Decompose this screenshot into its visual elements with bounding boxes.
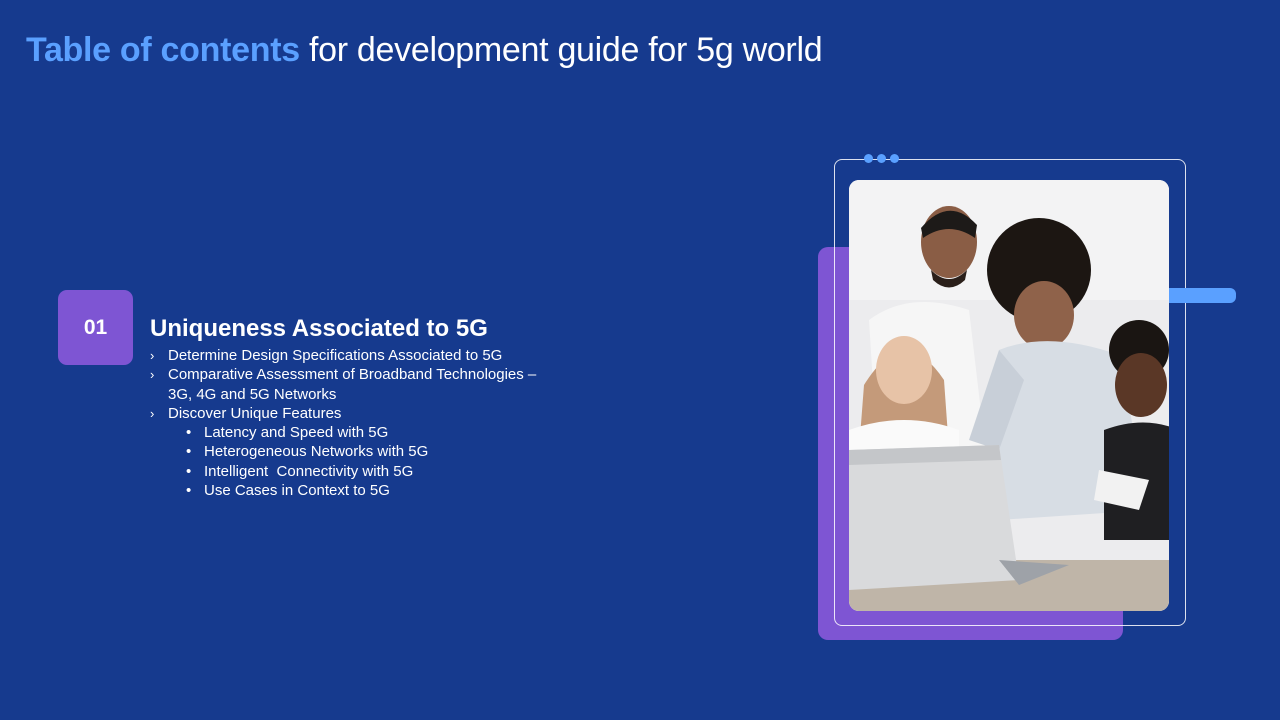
chevron-right-icon: › xyxy=(150,405,155,421)
list-item: › Comparative Assessment of Broadband Te… xyxy=(150,365,610,404)
sub-list-item-label: Latency and Speed with 5G xyxy=(204,424,389,442)
team-photo-illustration xyxy=(849,180,1169,611)
list-item: › Discover Unique Features • Latency and… xyxy=(150,404,610,500)
sub-list: • Latency and Speed with 5G • Heterogene… xyxy=(168,423,610,500)
toc-section: Uniqueness Associated to 5G › Determine … xyxy=(150,312,610,500)
sub-list-item-label: Use Cases in Context to 5G xyxy=(204,482,390,500)
sub-list-item: • Heterogeneous Networks with 5G xyxy=(186,442,610,461)
section-title: Uniqueness Associated to 5G xyxy=(150,315,488,342)
sub-list-item-label: Heterogeneous Networks with 5G xyxy=(204,443,429,461)
bullet-icon: • xyxy=(186,443,192,461)
sub-list-item-label: Intelligent Connectivity with 5G xyxy=(204,462,414,480)
chevron-right-icon: › xyxy=(150,348,155,363)
list-item-label: Determine Design Specifications Associat… xyxy=(168,347,503,364)
sub-list-item: • Latency and Speed with 5G xyxy=(186,423,610,442)
sub-list-item: • Use Cases in Context to 5G xyxy=(186,481,610,500)
section-number-badge: 01 xyxy=(58,290,133,365)
list-item: › Determine Design Specifications Associ… xyxy=(150,346,610,365)
sub-list-item: • Intelligent Connectivity with 5G xyxy=(186,462,610,481)
list-item-label: Comparative Assessment of Broadband Tech… xyxy=(168,366,537,403)
list-item-label: Discover Unique Features xyxy=(168,404,342,422)
chevron-right-icon: › xyxy=(150,367,155,383)
title-rest: for development guide for 5g world xyxy=(299,31,823,69)
dots-decoration-icon xyxy=(864,154,899,163)
toc-list: › Determine Design Specifications Associ… xyxy=(150,346,610,500)
bullet-icon: • xyxy=(186,462,192,480)
team-photo xyxy=(849,180,1169,611)
section-number: 01 xyxy=(83,315,108,339)
bullet-icon: • xyxy=(186,482,192,500)
page-title: Table of contents for development guide … xyxy=(26,28,823,72)
title-highlight: Table of contents xyxy=(26,31,300,69)
bullet-icon: • xyxy=(186,424,192,442)
